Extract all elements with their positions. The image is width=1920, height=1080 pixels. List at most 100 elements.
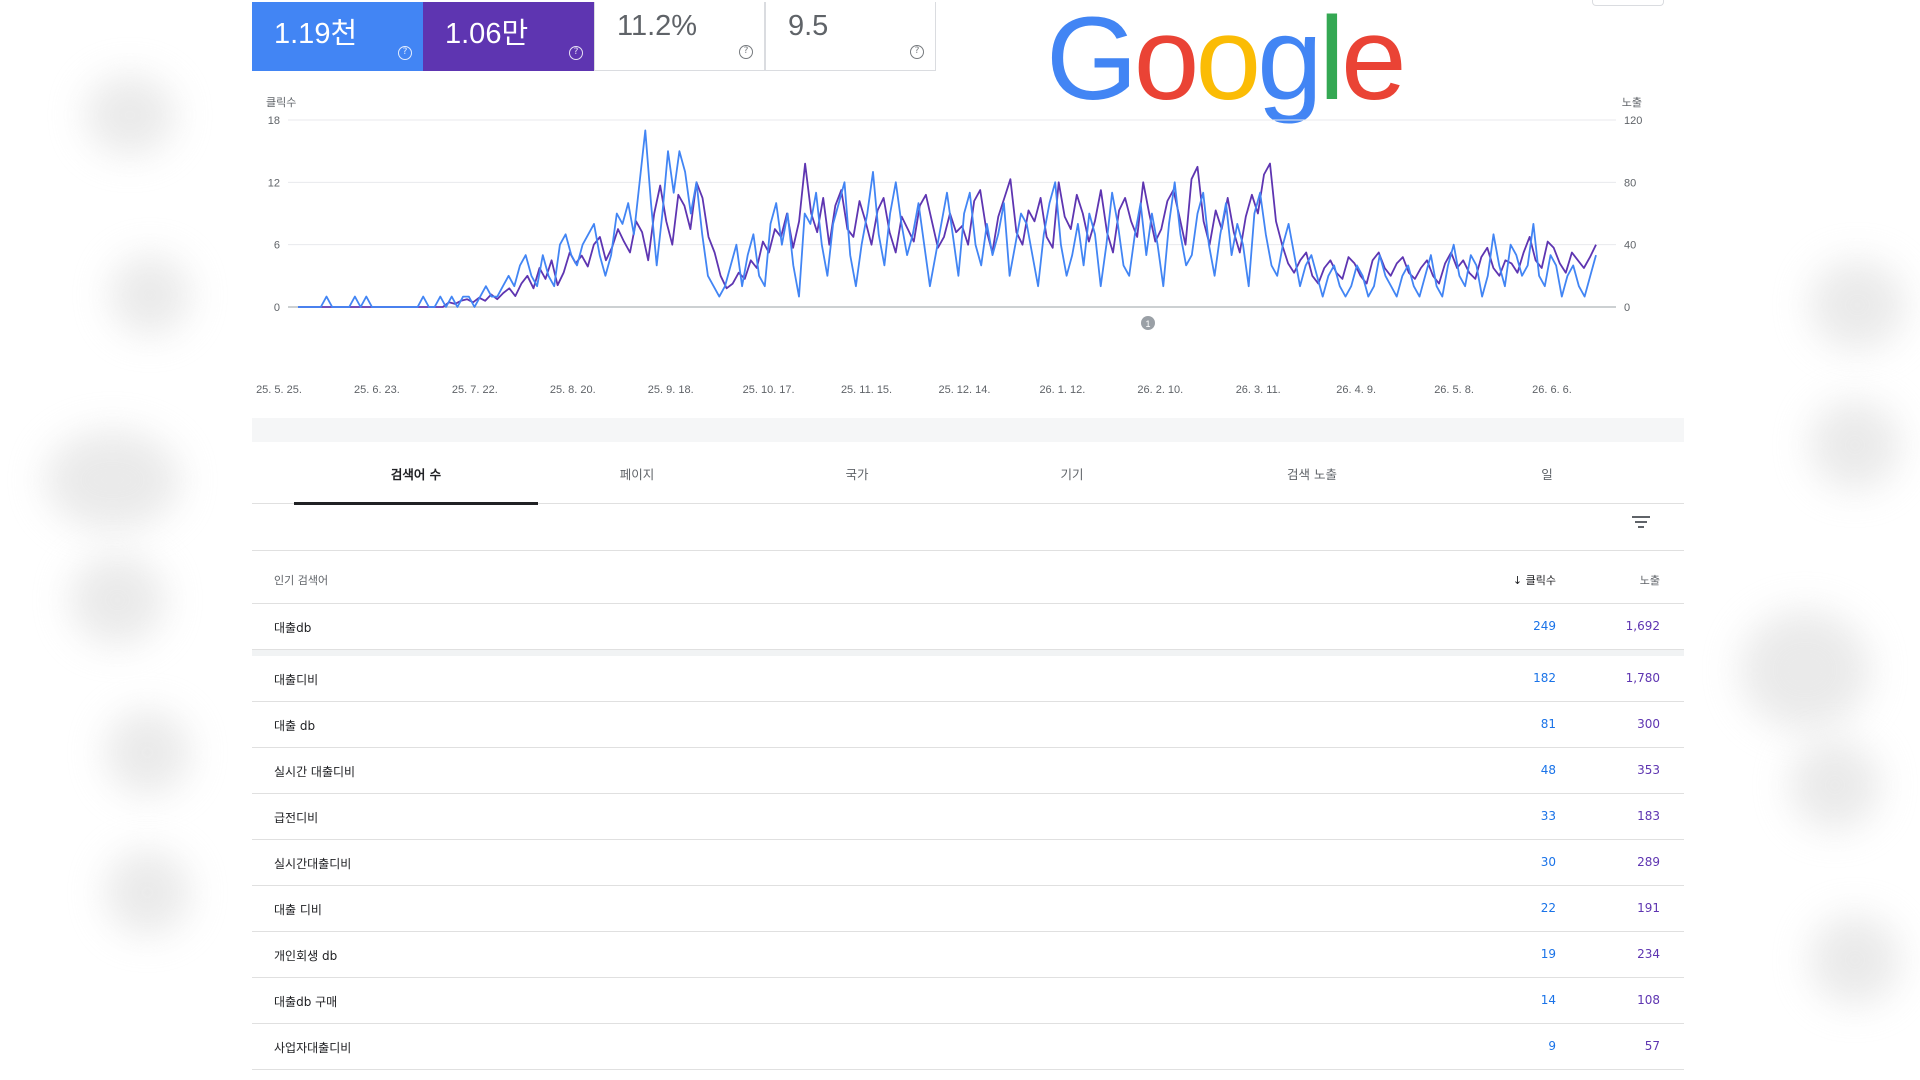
help-icon[interactable]: ? (739, 45, 753, 59)
annotation-label: 1 (1145, 319, 1150, 329)
tab-label: 일 (1541, 466, 1553, 482)
tab-queries[interactable]: 검색어 수 (294, 442, 538, 505)
average-ctr-value: 11.2% (617, 10, 698, 42)
x-tick-label: 25. 9. 18. (648, 384, 694, 396)
tab-label: 검색 노출 (1287, 466, 1337, 482)
tab-label: 국가 (845, 466, 869, 482)
right-tick-label: 0 (1624, 302, 1630, 314)
query-cell: 사업자대출디비 (274, 1041, 352, 1055)
background-blur (1810, 260, 1905, 350)
average-position-card[interactable]: 9.5 ? (765, 2, 936, 71)
left-axis-label: 클릭수 (266, 96, 296, 109)
table-row[interactable]: 대출db 구매 14 108 (252, 978, 1684, 1024)
impressions-cell: 183 (1637, 809, 1660, 823)
table-row[interactable]: 대출디비 182 1,780 (252, 656, 1684, 702)
section-separator (252, 418, 1684, 442)
table-row[interactable]: 사업자대출디비 9 57 (252, 1024, 1684, 1070)
table-row[interactable]: 실시간 대출디비 48 353 (252, 748, 1684, 794)
clicks-cell: 22 (1540, 901, 1556, 915)
query-cell: 급전디비 (274, 811, 319, 825)
table-row[interactable]: 급전디비 33 183 (252, 794, 1684, 840)
right-tick-label: 80 (1624, 177, 1636, 189)
top-button[interactable] (1592, 0, 1664, 6)
x-tick-label: 26. 5. 8. (1434, 384, 1474, 396)
tab-search-appearance[interactable]: 검색 노출 (1187, 442, 1437, 504)
impressions-cell: 191 (1637, 901, 1660, 915)
right-axis-label: 노출 (1622, 96, 1642, 109)
help-icon[interactable]: ? (398, 46, 412, 60)
table-row[interactable]: 대출 db 81 300 (252, 702, 1684, 748)
clicks-cell: 19 (1540, 947, 1556, 961)
x-tick-label: 25. 6. 23. (354, 384, 400, 396)
total-clicks-value: 1.19천 (274, 18, 358, 50)
table-header: 인기 검색어 ↓ 클릭수 노출 (252, 551, 1684, 604)
right-tick-label: 120 (1624, 115, 1642, 127)
x-tick-label: 25. 12. 14. (938, 384, 990, 396)
clicks-cell: 30 (1540, 855, 1556, 869)
metric-cards: 1.19천 ? 1.06만 ? 11.2% ? 9.5 ? (252, 2, 936, 71)
background-blur (45, 430, 180, 530)
left-tick-label: 0 (274, 302, 280, 314)
column-header-clicks[interactable]: ↓ 클릭수 (1513, 572, 1556, 588)
impressions-cell: 1,692 (1625, 619, 1660, 633)
background-blur (1810, 400, 1900, 490)
column-header-clicks-label: 클릭수 (1525, 574, 1556, 587)
query-cell: 대출db (274, 621, 312, 635)
query-cell: 대출디비 (274, 673, 319, 687)
sort-arrow-down-icon: ↓ (1512, 574, 1526, 587)
background-blur (105, 710, 190, 795)
clicks-cell: 182 (1533, 671, 1556, 685)
tab-pages[interactable]: 페이지 (542, 442, 732, 504)
background-blur (85, 75, 175, 155)
average-position-value: 9.5 (788, 10, 829, 42)
x-tick-label: 26. 3. 11. (1236, 384, 1281, 396)
left-tick-label: 18 (268, 115, 280, 127)
average-ctr-card[interactable]: 11.2% ? (594, 2, 765, 71)
x-tick-label: 25. 7. 22. (452, 384, 498, 396)
clicks-cell: 81 (1540, 717, 1556, 731)
performance-chart[interactable]: 18 120 12 80 6 40 0 0 클릭수 노출 25. 5. 25. 25. 6. 23. 2… (252, 90, 1684, 420)
tab-countries[interactable]: 국가 (762, 442, 952, 504)
clicks-cell: 9 (1548, 1039, 1556, 1053)
tab-devices[interactable]: 기기 (977, 442, 1167, 504)
x-tick-label: 25. 8. 20. (550, 384, 596, 396)
query-cell: 실시간대출디비 (274, 857, 352, 871)
tab-dates[interactable]: 일 (1442, 442, 1652, 504)
help-icon[interactable]: ? (910, 45, 924, 59)
table-row[interactable]: 대출 디비 22 191 (252, 886, 1684, 932)
help-icon[interactable]: ? (569, 46, 583, 60)
tab-label: 기기 (1060, 466, 1084, 482)
query-cell: 대출db 구매 (274, 995, 338, 1009)
background-blur (1790, 740, 1880, 830)
total-impressions-value: 1.06만 (445, 18, 529, 50)
clicks-cell: 33 (1540, 809, 1556, 823)
left-tick-label: 6 (274, 240, 280, 252)
table-row[interactable]: 대출db 249 1,692 (252, 604, 1684, 650)
table-row[interactable]: 개인회생 db 19 234 (252, 932, 1684, 978)
background-blur (1810, 915, 1900, 1005)
table-row[interactable]: 실시간대출디비 30 289 (252, 840, 1684, 886)
impressions-cell: 108 (1637, 993, 1660, 1007)
column-header-query[interactable]: 인기 검색어 (274, 572, 328, 588)
impressions-cell: 234 (1637, 947, 1660, 961)
total-clicks-card[interactable]: 1.19천 ? (252, 2, 423, 71)
x-tick-label: 25. 10. 17. (743, 384, 795, 396)
clicks-cell: 14 (1540, 993, 1556, 1007)
query-cell: 대출 db (274, 719, 316, 733)
column-header-impressions[interactable]: 노출 (1640, 572, 1660, 588)
dimension-tabs: 검색어 수 페이지 국가 기기 검색 노출 일 (252, 442, 1684, 505)
x-tick-label: 25. 5. 25. (256, 384, 302, 396)
impressions-cell: 289 (1637, 855, 1660, 869)
impressions-cell: 353 (1637, 763, 1660, 777)
background-blur (105, 850, 190, 935)
clicks-cell: 48 (1540, 763, 1556, 777)
total-impressions-card[interactable]: 1.06만 ? (423, 2, 594, 71)
left-tick-label: 12 (268, 177, 280, 189)
query-cell: 대출 디비 (274, 903, 322, 917)
x-tick-label: 26. 4. 9. (1336, 384, 1376, 396)
filter-icon[interactable] (1632, 516, 1650, 530)
right-tick-label: 40 (1624, 240, 1636, 252)
impressions-cell: 300 (1637, 717, 1660, 731)
clicks-series-line (298, 129, 1597, 308)
impressions-series-line (298, 162, 1597, 308)
